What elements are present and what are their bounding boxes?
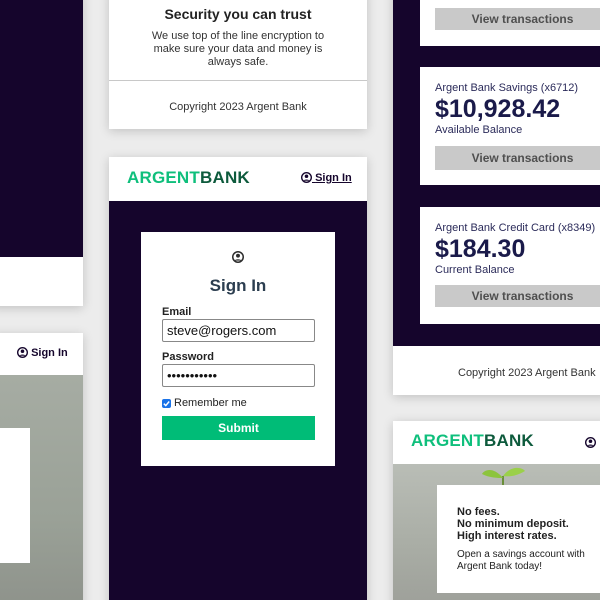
signin-nav-label: Sign In [315,172,352,184]
account-balance-label: Current Balance [435,264,515,276]
promo-box: No fees. No minimum deposit. High intere… [437,485,600,593]
submit-button[interactable]: Submit [162,416,315,440]
left-signin-label: Sign In [31,347,68,359]
signin-card: ARGENTBANK Sign In Sign In Email Passwor… [109,157,367,600]
account-panel-credit: Argent Bank Credit Card (x8349) $184.30 … [420,207,600,324]
accounts-card: View transactions Argent Bank Savings (x… [393,0,600,395]
security-card: Security you can trust We use top of the… [109,0,367,129]
account-panel-savings: Argent Bank Savings (x6712) $10,928.42 A… [420,67,600,185]
password-field[interactable] [162,364,315,387]
account-name: Argent Bank Credit Card (x8349) [435,222,596,234]
accounts-footer-copyright: Copyright 2023 Argent Bank [458,367,596,379]
accounts-main: View transactions Argent Bank Savings (x… [393,0,600,346]
check-icon [163,400,170,407]
brand-logo-part1: ARGENT [411,431,484,450]
left-card-navy-area [0,0,83,257]
account-panel-1: View transactions [420,0,600,46]
signin-main: Sign In Email Password Remember me Submi… [109,201,367,600]
signin-header: ARGENTBANK Sign In [109,157,367,201]
left-card-header: Sign In [0,333,83,375]
user-circle-icon [301,172,312,183]
brand-logo-part2: BANK [199,168,250,187]
security-divider [109,80,367,81]
promo-line-1: No fees. [457,506,500,518]
left-signin-link[interactable]: Sign In [17,347,68,359]
home-card: ARGENTBANK No fees. No minimum deposit. … [393,421,600,600]
left-card-top [0,0,83,306]
view-transactions-button-2[interactable]: View transactions [435,146,600,170]
home-header: ARGENTBANK [393,421,600,464]
account-name: Argent Bank Savings (x6712) [435,82,579,94]
brand-logo[interactable]: ARGENTBANK [127,168,250,188]
home-signin-icon-link[interactable] [585,435,596,453]
left-hero-image [0,375,83,600]
view-transactions-button-3[interactable]: View transactions [435,285,600,307]
remember-checkbox[interactable] [162,398,171,408]
user-circle-icon [17,347,28,358]
brand-logo-part1: ARGENT [127,168,200,187]
left-card-bottom: Sign In [0,333,83,600]
promo-body: Open a savings account with Argent Bank … [457,549,585,572]
signin-form-icon [141,250,335,268]
account-amount: $184.30 [435,235,526,263]
email-field[interactable] [162,319,315,342]
remember-row: Remember me [162,397,247,409]
user-circle-icon [232,251,244,263]
security-footer-copyright: Copyright 2023 Argent Bank [169,101,307,113]
brand-logo-part2: BANK [483,431,534,450]
view-transactions-button-1[interactable]: View transactions [435,8,600,30]
email-label: Email [162,306,192,318]
signin-nav-link[interactable]: Sign In [301,172,352,184]
remember-label: Remember me [174,397,247,409]
account-amount: $10,928.42 [435,95,561,123]
brand-logo[interactable]: ARGENTBANK [411,431,534,451]
user-circle-icon [585,437,596,448]
promo-line-2: No minimum deposit. [457,518,569,530]
security-body: We use top of the line encryption to mak… [151,30,325,68]
security-heading: Security you can trust [164,6,312,22]
password-label: Password [162,351,214,363]
account-balance-label: Available Balance [435,124,523,136]
signin-form-title: Sign In [209,276,267,295]
promo-line-3: High interest rates. [457,530,557,542]
signin-form-box: Sign In Email Password Remember me Submi… [141,232,335,466]
left-hero-panel [0,428,30,563]
home-hero-image: No fees. No minimum deposit. High intere… [393,464,600,600]
